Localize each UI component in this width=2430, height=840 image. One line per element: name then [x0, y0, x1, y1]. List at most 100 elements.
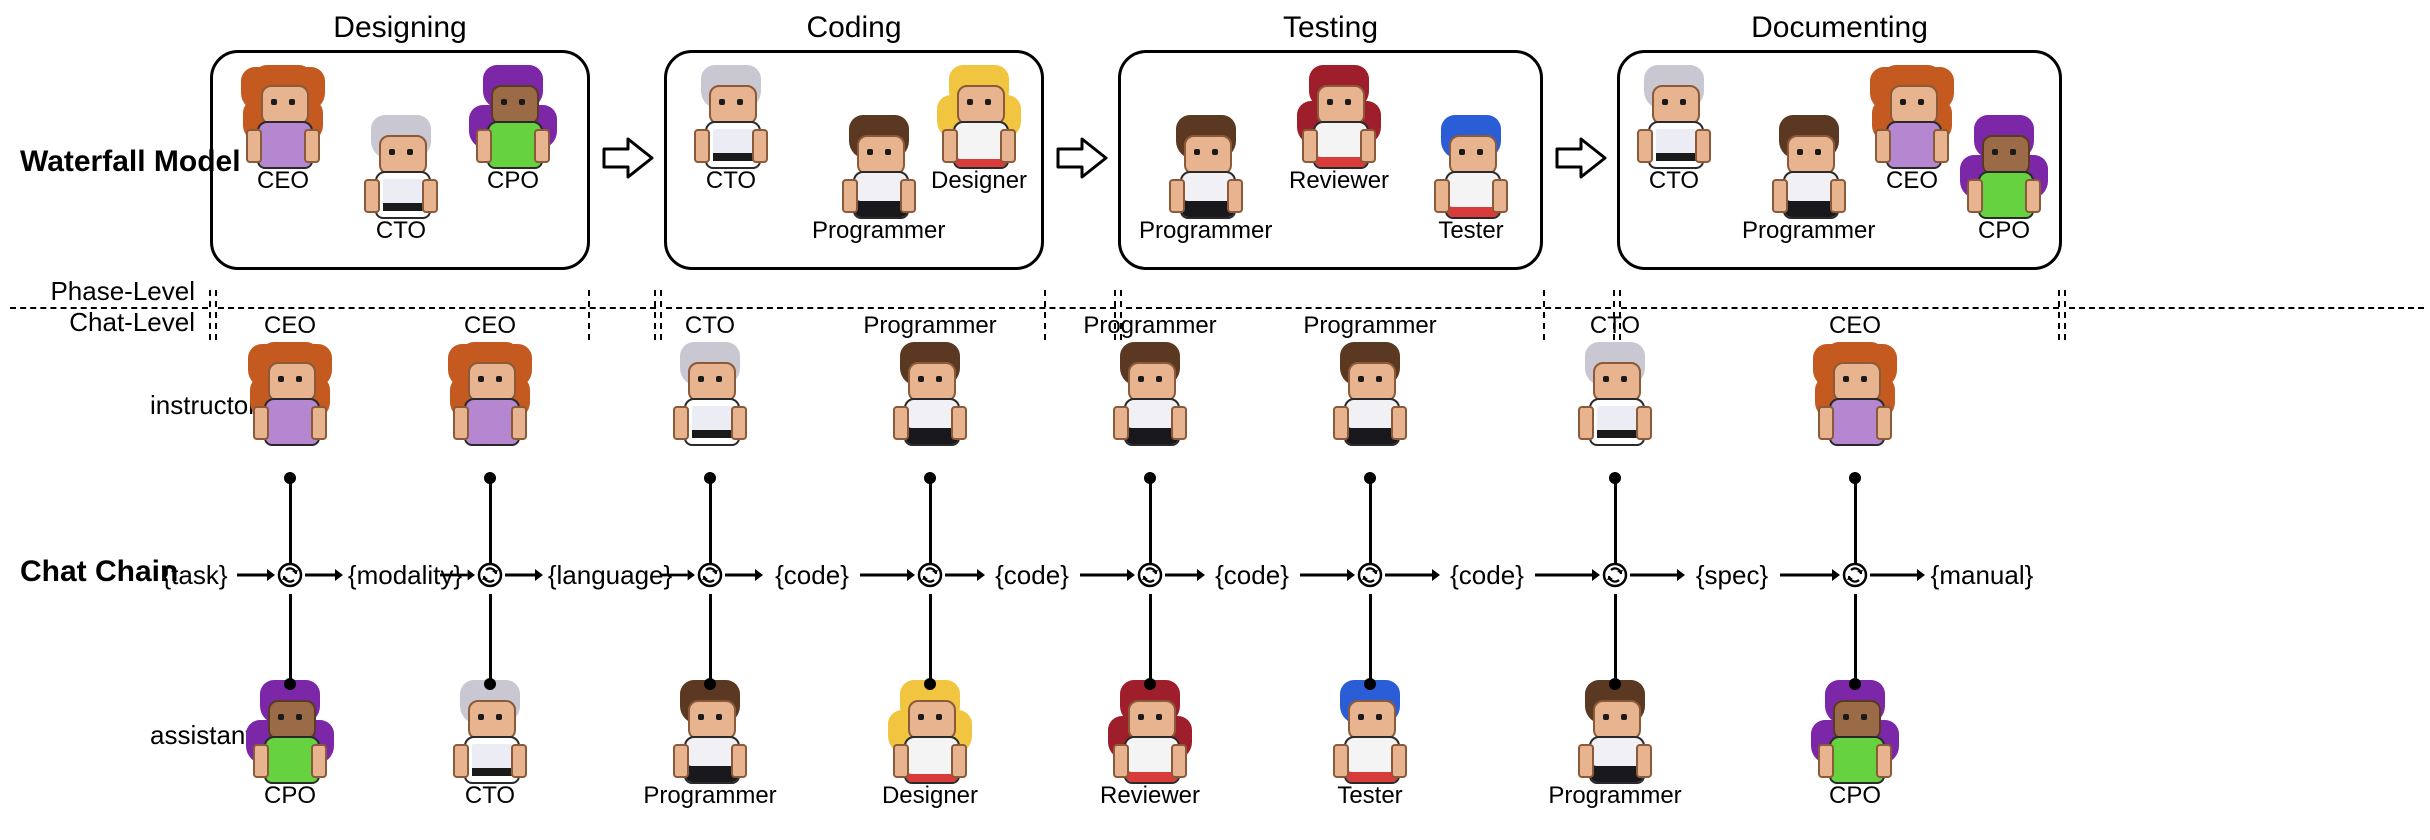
avatar-tester: [1330, 680, 1410, 780]
instructor-role: CTO: [685, 312, 735, 340]
instructor-role: Programmer: [863, 312, 996, 340]
instructor-role: Programmer: [1083, 312, 1216, 340]
divider-dashed: [1126, 307, 1611, 309]
avatar-reviewer: [1299, 65, 1379, 165]
role-programmer: Programmer: [812, 217, 945, 245]
divider-dashed: [1621, 307, 2059, 309]
assistant-role: CPO: [264, 782, 316, 810]
role-cto: CTO: [376, 217, 426, 245]
phase-testing: Testing Programmer Reviewer Tester: [1118, 50, 1543, 270]
avatar-cpo: [1815, 680, 1895, 780]
assistant-role: CTO: [465, 782, 515, 810]
chain-node-icon: [1357, 562, 1383, 588]
chain-node-icon: [1602, 562, 1628, 588]
avatar-designer: [890, 680, 970, 780]
chain-arrow-icon: [1080, 569, 1135, 581]
chain-node-icon: [1137, 562, 1163, 588]
chain-arrow-icon: [1300, 569, 1355, 581]
role-cpo: CPO: [487, 167, 539, 195]
role-cpo: CPO: [1978, 217, 2030, 245]
chain-token: {manual}: [1927, 555, 2037, 595]
phase-title-testing: Testing: [1121, 11, 1540, 45]
chain-arrow-icon: [1780, 569, 1840, 581]
phase-title-designing: Designing: [213, 11, 587, 45]
chain-arrow-icon: [1630, 569, 1685, 581]
avatar-cto: [691, 65, 771, 165]
phase-designing: Designing CEO CTO CPO: [210, 50, 590, 270]
chain-arrow-icon: [725, 569, 763, 581]
avatar-programmer: [1769, 115, 1849, 215]
chain-token: {spec}: [1687, 555, 1777, 595]
role-reviewer: Reviewer: [1289, 167, 1389, 195]
phase-coding: Coding CTO Programmer Designer: [664, 50, 1044, 270]
avatar-programmer: [1166, 115, 1246, 215]
avatar-cto: [1634, 65, 1714, 165]
chain-arrow-icon: [1385, 569, 1440, 581]
chain-arrow-icon: [305, 569, 343, 581]
role-ceo: CEO: [257, 167, 309, 195]
avatar-cpo: [473, 65, 553, 165]
chain-axis: {task} {modality} {language} {code} {cod: [155, 555, 2420, 595]
divider-dashed: [218, 307, 656, 309]
avatar-programmer: [1575, 680, 1655, 780]
chat-chain: instructor assistant CEO CPO CEO CTO CTO…: [155, 320, 2430, 830]
chain-arrow-icon: [945, 569, 985, 581]
assistant-role: Tester: [1337, 782, 1402, 810]
avatar-programmer: [1330, 342, 1410, 442]
chain-arrow-icon: [860, 569, 915, 581]
avatar-cpo: [1964, 115, 2044, 215]
chain-token: {code}: [1207, 555, 1297, 595]
chain-token: {language}: [545, 555, 675, 595]
chain-token: {code}: [767, 555, 857, 595]
instructor-role: CEO: [264, 312, 316, 340]
avatar-ceo: [243, 65, 323, 165]
role-tester: Tester: [1438, 217, 1503, 245]
divider-dashed: [2069, 307, 2424, 309]
chain-node-icon: [277, 562, 303, 588]
instructor-role: CEO: [464, 312, 516, 340]
chain-arrow-icon: [1870, 569, 1925, 581]
chain-arrow-icon: [440, 569, 475, 581]
chain-token: {code}: [1442, 555, 1532, 595]
assistant-role: Reviewer: [1100, 782, 1200, 810]
avatar-ceo: [250, 342, 330, 442]
avatar-programmer: [1110, 342, 1190, 442]
chain-arrow-icon: [1165, 569, 1205, 581]
chain-arrow-icon: [505, 569, 543, 581]
role-designer: Designer: [931, 167, 1027, 195]
phase-title-documenting: Documenting: [1620, 11, 2059, 45]
chain-arrow-icon: [237, 569, 275, 581]
chain-node-icon: [1842, 562, 1868, 588]
instructor-role: Programmer: [1303, 312, 1436, 340]
phase-arrow-icon: [1056, 135, 1108, 181]
assistant-role: Programmer: [643, 782, 776, 810]
chain-arrow-icon: [1535, 569, 1600, 581]
chain-token: {code}: [987, 555, 1077, 595]
chain-node-icon: [477, 562, 503, 588]
phase-documenting: Documenting CTO Programmer CEO CPO: [1617, 50, 2062, 270]
divider-dashed: [666, 307, 1116, 309]
avatar-reviewer: [1110, 680, 1190, 780]
chain-token: {task}: [155, 555, 235, 595]
phase-arrow-icon: [1555, 135, 1607, 181]
avatar-cto: [670, 342, 750, 442]
instructor-role: CEO: [1829, 312, 1881, 340]
assistant-role: CPO: [1829, 782, 1881, 810]
avatar-cto: [450, 680, 530, 780]
phase-title-coding: Coding: [667, 11, 1041, 45]
assistant-role: Designer: [882, 782, 978, 810]
avatar-cto: [1575, 342, 1655, 442]
role-cto: CTO: [706, 167, 756, 195]
avatar-tester: [1431, 115, 1511, 215]
chain-arrow-icon: [660, 569, 695, 581]
avatar-ceo: [1872, 65, 1952, 165]
avatar-programmer: [839, 115, 919, 215]
avatar-ceo: [450, 342, 530, 442]
label-phase-level: Phase-Level: [20, 276, 195, 307]
chain-node-icon: [917, 562, 943, 588]
label-waterfall-model: Waterfall Model: [20, 145, 241, 179]
instructor-role: CTO: [1590, 312, 1640, 340]
chain-node-icon: [697, 562, 723, 588]
phase-arrow-icon: [602, 135, 654, 181]
avatar-cto: [361, 115, 441, 215]
